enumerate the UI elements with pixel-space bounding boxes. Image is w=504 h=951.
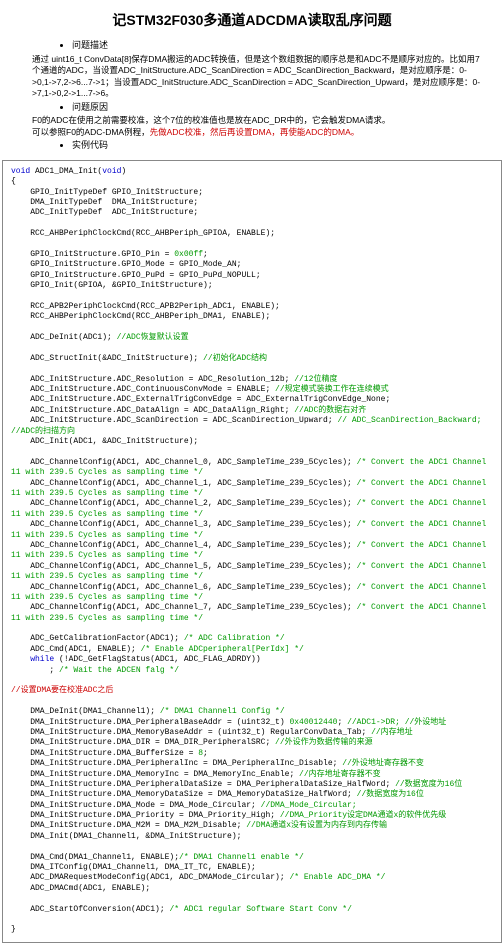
section-header-1: 问题描述 bbox=[72, 40, 486, 52]
paragraph-2: F0的ADC在使用之前需要校准，这个7位的校准值也是放在ADC_DR中的，它会触… bbox=[32, 115, 486, 126]
section-header-2: 问题原因 bbox=[72, 102, 486, 114]
section-header-3: 实例代码 bbox=[72, 140, 486, 152]
paragraph-1: 通过 uint16_t ConvData[8]保存DMA搬运的ADC转换值，但是… bbox=[32, 54, 486, 100]
paragraph-3: 可以参照F0的ADC-DMA例程，先做ADC校准，然后再设置DMA，再使能ADC… bbox=[32, 127, 486, 138]
bullet-list: 问题描述 bbox=[32, 40, 486, 52]
code-block: void ADC1_DMA_Init(void) { GPIO_InitType… bbox=[2, 160, 502, 943]
article-content: 问题描述 通过 uint16_t ConvData[8]保存DMA搬运的ADC转… bbox=[0, 40, 504, 152]
bullet-list-2: 问题原因 bbox=[32, 102, 486, 114]
highlight-text: 先做ADC校准，然后再设置DMA，再使能ADC的DMA。 bbox=[150, 127, 360, 137]
page-title: 记STM32F030多通道ADCDMA读取乱序问题 bbox=[0, 0, 504, 38]
bullet-list-3: 实例代码 bbox=[32, 140, 486, 152]
